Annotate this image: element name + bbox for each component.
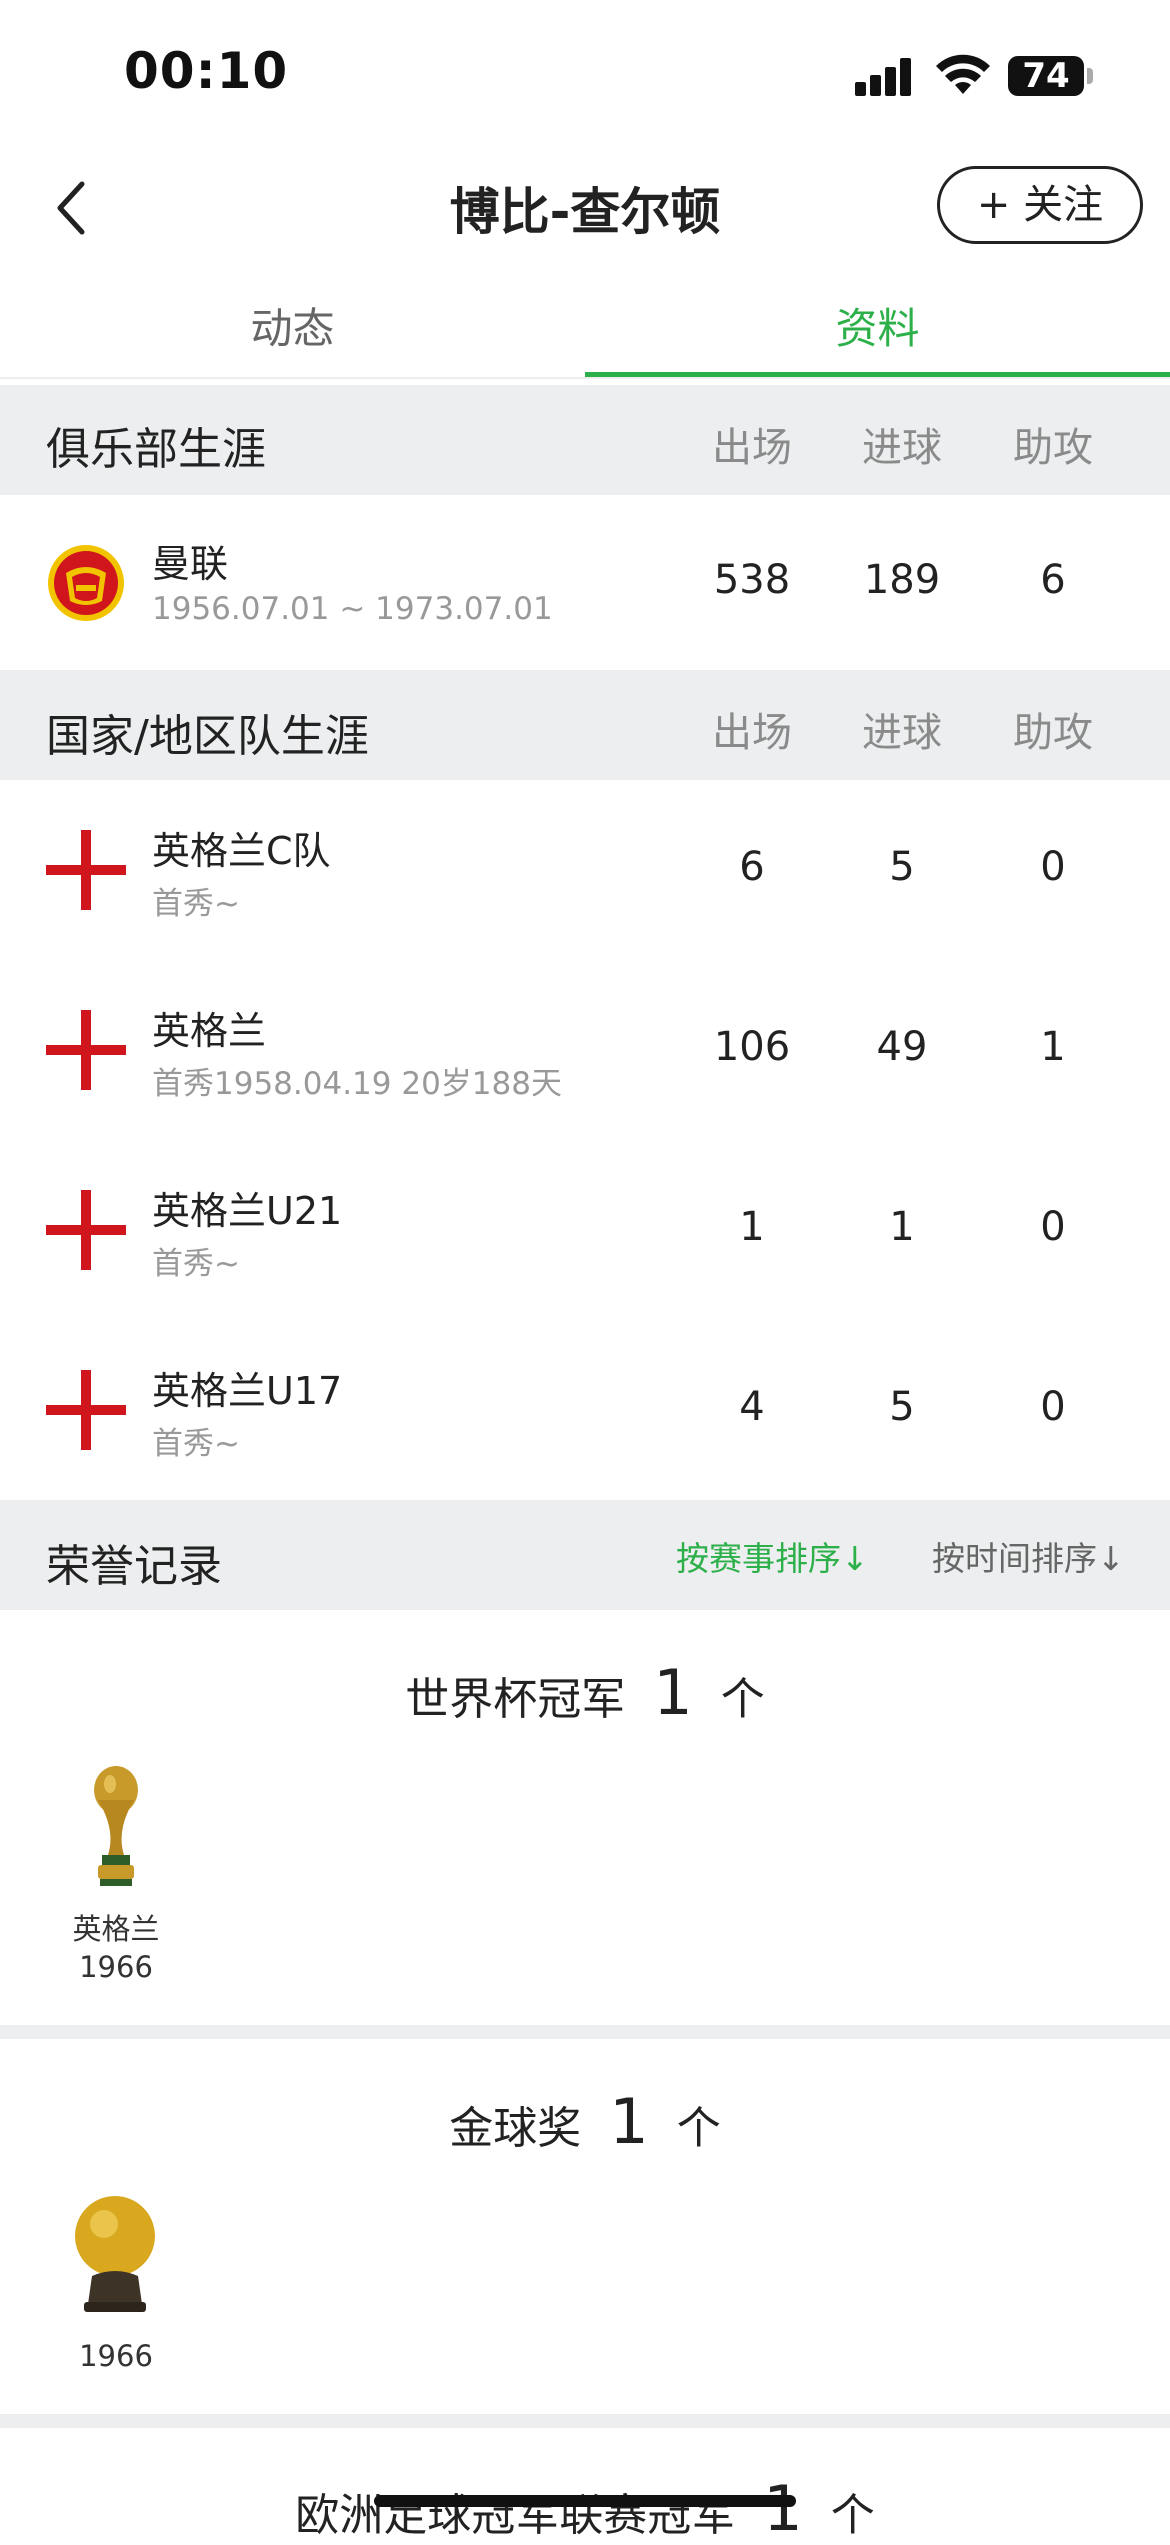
golden-ball-icon[interactable] [70,2194,160,2314]
tab-profile[interactable]: 资料 [585,295,1170,356]
assists-value: 0 [1040,1384,1066,1430]
honor-count: 1 [763,2472,803,2545]
honor-group: 世界杯冠军 1 个 英格兰 1966 [0,1610,1170,2025]
apps-value: 4 [739,1384,765,1430]
honor-name: 金球奖 [449,2103,582,2154]
section-title: 荣誉记录 [46,1541,222,1592]
sort-by-event-button[interactable]: 按赛事排序↓ [676,1532,869,1580]
world-cup-trophy-icon[interactable] [80,1760,152,1890]
assists-value: 1 [1040,1024,1066,1070]
national-team-row[interactable]: 英格兰U21 首秀~ 1 1 0 [0,1140,1170,1322]
tab-active-indicator [585,372,1170,377]
honor-group: 欧洲足球冠军联赛冠军 1 个 [0,2428,1170,2545]
club-row[interactable]: 曼联 1956.07.01 ~ 1973.07.01 538 189 6 [0,495,1170,670]
honor-unit: 个 [676,2103,721,2154]
honor-count: 1 [653,1656,693,1729]
honor-unit: 个 [830,2490,875,2541]
england-flag-icon [46,1190,126,1270]
debut-info: 首秀~ [152,886,240,922]
honor-item-year: 1966 [79,2339,153,2373]
divider [0,2414,1170,2428]
honor-item-year: 1966 [79,1950,153,1984]
national-team-row[interactable]: 英格兰 首秀1958.04.19 20岁188天 106 49 1 [0,960,1170,1142]
status-time: 00:10 [124,42,289,100]
england-flag-icon [46,830,126,910]
honor-unit: 个 [720,1674,765,1725]
honor-group-title: 金球奖 1 个 [0,2085,1170,2158]
club-career-header: 俱乐部生涯 出场 进球 助攻 [0,385,1170,495]
goals-value: 189 [863,557,941,603]
team-name: 英格兰 [152,1009,267,1053]
column-assists: 助攻 [1013,425,1093,471]
national-team-row[interactable]: 英格兰U17 首秀~ 4 5 0 [0,1320,1170,1500]
column-apps: 出场 [712,710,792,756]
goals-value: 5 [889,1384,915,1430]
tab-divider [0,377,1170,379]
honor-item-label: 英格兰 [72,1912,160,1946]
england-flag-icon [46,1370,126,1450]
man-utd-crest-icon [48,545,124,621]
sort-by-time-button[interactable]: 按时间排序↓ [932,1532,1125,1580]
column-assists: 助攻 [1013,710,1093,756]
debut-info: 首秀~ [152,1246,240,1282]
section-title: 国家/地区队生涯 [46,711,369,762]
divider [0,2025,1170,2039]
goals-value: 49 [876,1024,928,1070]
debut-info: 首秀~ [152,1426,240,1462]
goals-value: 5 [889,844,915,890]
battery-icon: 74 [1008,56,1084,96]
team-name: 英格兰U21 [152,1189,343,1233]
honor-group-title: 世界杯冠军 1 个 [0,1656,1170,1729]
assists-value: 0 [1040,1204,1066,1250]
column-goals: 进球 [862,425,942,471]
honor-group-title: 欧洲足球冠军联赛冠军 1 个 [0,2472,1170,2545]
goals-value: 1 [889,1204,915,1250]
honor-name: 世界杯冠军 [405,1674,626,1725]
national-career-header: 国家/地区队生涯 出场 进球 助攻 [0,670,1170,780]
home-indicator[interactable] [374,2495,796,2507]
cellular-signal-icon [855,58,915,96]
team-name: 英格兰C队 [152,829,331,873]
wifi-icon [936,54,990,94]
club-name: 曼联 [152,542,229,586]
apps-value: 1 [739,1204,765,1250]
column-goals: 进球 [862,710,942,756]
column-apps: 出场 [712,425,792,471]
apps-value: 6 [739,844,765,890]
assists-value: 6 [1040,557,1066,603]
national-team-row[interactable]: 英格兰C队 首秀~ 6 5 0 [0,780,1170,962]
team-name: 英格兰U17 [152,1369,343,1413]
assists-value: 0 [1040,844,1066,890]
club-period: 1956.07.01 ~ 1973.07.01 [152,591,553,627]
follow-button[interactable]: + 关注 [937,166,1143,244]
honor-count: 1 [609,2085,649,2158]
battery-tip [1087,68,1093,84]
apps-value: 538 [713,557,791,603]
apps-value: 106 [713,1024,791,1070]
honor-group: 金球奖 1 个 1966 [0,2039,1170,2414]
debut-info: 首秀1958.04.19 20岁188天 [152,1066,562,1102]
tab-feed[interactable]: 动态 [0,295,585,356]
england-flag-icon [46,1010,126,1090]
section-title: 俱乐部生涯 [46,424,266,475]
status-bar: 00:10 74 [0,0,1170,150]
